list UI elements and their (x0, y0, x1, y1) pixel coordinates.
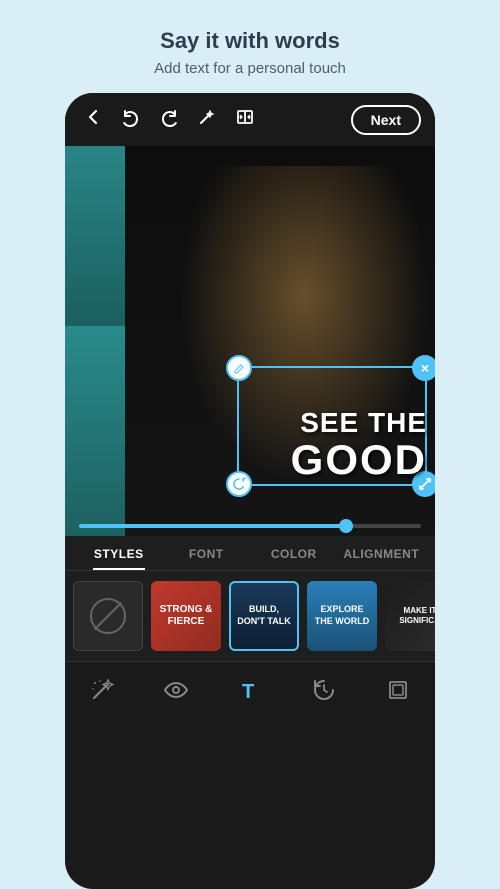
text-button[interactable]: T (213, 672, 287, 708)
page-subtitle: Add text for a personal touch (154, 60, 346, 77)
undo-icon[interactable] (117, 103, 145, 136)
preset-none[interactable] (73, 581, 143, 651)
history-button[interactable] (287, 672, 361, 708)
bottom-panel: STYLES FONT COLOR ALIGNMENT STRONG &FIER… (65, 536, 435, 722)
redo-icon[interactable] (155, 103, 183, 136)
tabs-row: STYLES FONT COLOR ALIGNMENT (65, 536, 435, 571)
slider-thumb[interactable] (339, 519, 353, 533)
bottom-toolbar: T (65, 661, 435, 722)
compare-icon[interactable] (231, 103, 259, 136)
preset-make-signific[interactable]: MAKE ITSIGNIFIC... (385, 581, 435, 651)
tab-font[interactable]: FONT (163, 536, 251, 570)
page-title: Say it with words (154, 28, 346, 54)
phone-frame: Next × (65, 93, 435, 889)
tab-alignment[interactable]: ALIGNMENT (338, 536, 426, 570)
preset-explore-world[interactable]: EXPLORETHE WORLD (307, 581, 377, 651)
preset-strong-fierce[interactable]: STRONG &FIERCE (151, 581, 221, 651)
preset-explore-label: EXPLORETHE WORLD (315, 604, 370, 627)
page-header: Say it with words Add text for a persona… (134, 0, 366, 93)
image-area: × SEE THE GOOD (65, 146, 435, 536)
magic-wand-button[interactable] (65, 672, 139, 708)
presets-row: STRONG &FIERCE BUILD,DON'T TALK EXPLORET… (65, 571, 435, 661)
magic-icon[interactable] (193, 103, 221, 136)
preset-strong-label: STRONG &FIERCE (160, 604, 213, 628)
close-handle[interactable]: × (412, 355, 435, 381)
preset-build-dont-talk[interactable]: BUILD,DON'T TALK (229, 581, 299, 651)
preset-make-label: MAKE ITSIGNIFIC... (399, 606, 435, 627)
preset-build-label: BUILD,DON'T TALK (237, 604, 290, 627)
eye-button[interactable] (139, 672, 213, 708)
overlay-line2: GOOD (291, 439, 427, 481)
no-style-icon (90, 598, 126, 634)
progress-slider[interactable] (79, 524, 421, 528)
edit-handle[interactable] (226, 355, 252, 381)
text-overlay: SEE THE GOOD (291, 407, 427, 481)
overlay-line1: SEE THE (291, 407, 427, 439)
top-bar: Next (65, 93, 435, 146)
tab-styles[interactable]: STYLES (75, 536, 163, 570)
tab-color[interactable]: COLOR (250, 536, 338, 570)
layers-button[interactable] (361, 672, 435, 708)
next-button[interactable]: Next (351, 105, 421, 135)
back-icon[interactable] (79, 103, 107, 136)
rotate-handle[interactable] (226, 471, 252, 497)
svg-text:T: T (242, 681, 254, 702)
